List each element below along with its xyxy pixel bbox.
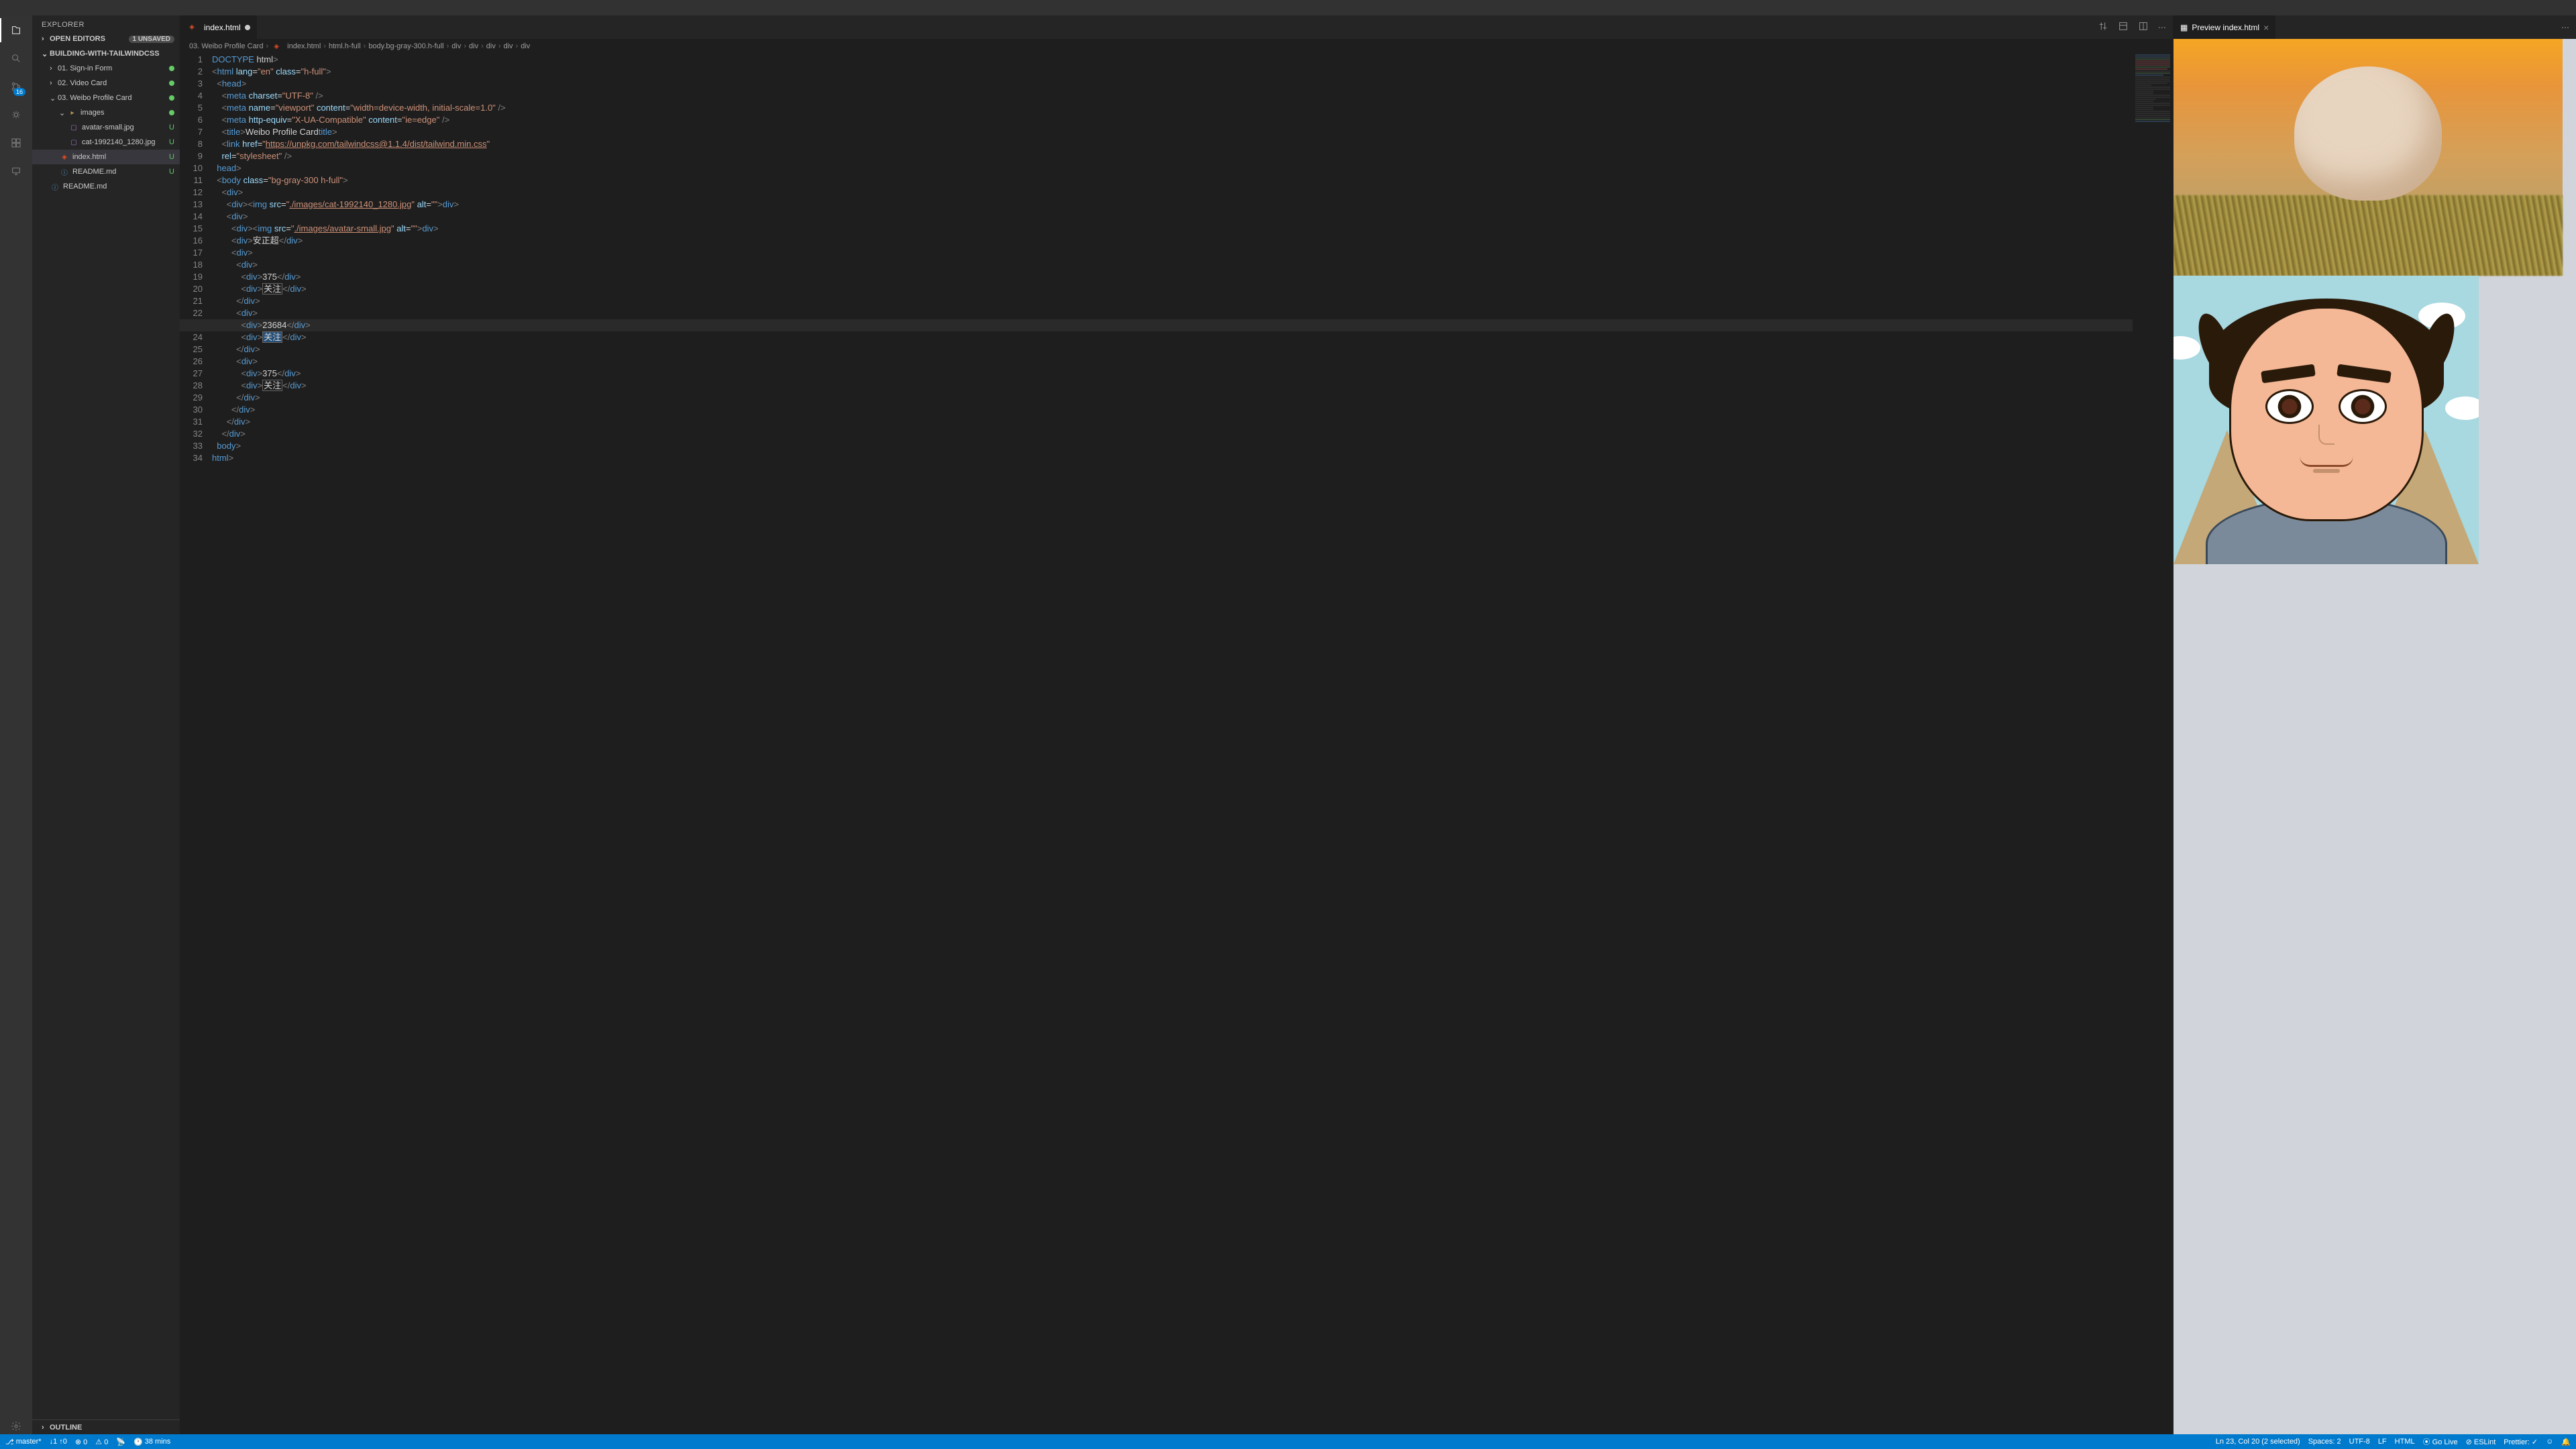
git-untracked: U (169, 153, 174, 161)
preview-icon[interactable] (2118, 21, 2129, 34)
file-cat[interactable]: ▢cat-1992140_1280.jpgU (32, 135, 180, 150)
project-section[interactable]: ⌄BUILDING-WITH-TAILWINDCSS (32, 46, 180, 61)
preview-icon: ▦ (2180, 23, 2188, 32)
debug-icon[interactable] (8, 107, 24, 123)
git-untracked: U (169, 123, 174, 131)
status-encoding[interactable]: UTF-8 (2349, 1438, 2370, 1446)
preview-tabs: ▦Preview index.html× ⋯ (2174, 15, 2576, 39)
preview-content (2174, 39, 2576, 1434)
scm-badge: 16 (13, 88, 25, 96)
compare-icon[interactable] (2098, 21, 2108, 34)
html-icon: ◈ (186, 22, 197, 33)
explorer-icon[interactable] (8, 22, 24, 38)
window-titlebar (0, 0, 2576, 15)
code-content[interactable]: DOCTYPE html><html lang="en" class="h-fu… (212, 54, 2173, 1434)
status-cursor[interactable]: Ln 23, Col 20 (2 selected) (2216, 1438, 2300, 1446)
folder-images[interactable]: ⌄▸images (32, 105, 180, 120)
html-icon: ◈ (59, 152, 70, 162)
status-sync[interactable]: ↓1 ↑0 (50, 1438, 67, 1446)
folder-video[interactable]: ›02. Video Card (32, 76, 180, 91)
status-radio[interactable]: 📡 (116, 1438, 125, 1446)
status-prettier[interactable]: Prettier: ✓ (2504, 1438, 2538, 1446)
preview-pane: ▦Preview index.html× ⋯ (2174, 15, 2576, 1434)
status-time[interactable]: 🕐 38 mins (133, 1438, 170, 1446)
status-golive[interactable]: ⦿ Go Live (2423, 1436, 2458, 1447)
status-branch[interactable]: ⎇ master* (5, 1438, 42, 1446)
breadcrumb[interactable]: 03. Weibo Profile Card› ◈index.html› htm… (180, 39, 2173, 54)
settings-icon[interactable] (8, 1418, 24, 1434)
status-bar: ⎇ master* ↓1 ↑0 ⊗ 0 ⚠ 0 📡 🕐 38 mins Ln 2… (0, 1434, 2576, 1449)
status-lang[interactable]: HTML (2395, 1438, 2415, 1446)
editor-tabs: ◈index.html ⋯ (180, 15, 2173, 39)
line-gutter: 1234567891011121314151617181920212223242… (180, 54, 212, 1434)
open-editors-section[interactable]: ›OPEN EDITORS1 UNSAVED (32, 32, 180, 46)
html-icon: ◈ (271, 41, 282, 52)
folder-signin[interactable]: ›01. Sign-in Form (32, 61, 180, 76)
markdown-icon: ⓘ (50, 181, 60, 192)
git-modified-dot (169, 80, 174, 86)
file-root-readme[interactable]: ⓘREADME.md (32, 179, 180, 194)
explorer-title: EXPLORER (32, 15, 180, 32)
extensions-icon[interactable] (8, 135, 24, 151)
image-icon: ▢ (68, 137, 79, 148)
file-readme[interactable]: ⓘREADME.mdU (32, 164, 180, 179)
activity-bar: 16 (0, 15, 32, 1434)
more-icon[interactable]: ⋯ (2561, 23, 2569, 32)
status-feedback[interactable]: ☺ (2546, 1438, 2553, 1446)
status-bell[interactable]: 🔔 (2561, 1438, 2571, 1446)
status-errors[interactable]: ⊗ 0 (75, 1438, 87, 1446)
tab-preview[interactable]: ▦Preview index.html× (2174, 15, 2276, 39)
markdown-icon: ⓘ (59, 166, 70, 177)
git-untracked: U (169, 168, 174, 176)
editor-actions: ⋯ (2091, 15, 2173, 39)
code-editor[interactable]: 1234567891011121314151617181920212223242… (180, 54, 2173, 1434)
search-icon[interactable] (8, 50, 24, 66)
git-modified-dot (169, 66, 174, 71)
file-avatar[interactable]: ▢avatar-small.jpgU (32, 120, 180, 135)
scm-icon[interactable]: 16 (8, 78, 24, 95)
explorer-sidebar: EXPLORER ›OPEN EDITORS1 UNSAVED ⌄BUILDIN… (32, 15, 180, 1434)
avatar-image (2174, 276, 2479, 564)
status-spaces[interactable]: Spaces: 2 (2308, 1438, 2341, 1446)
modified-indicator (245, 25, 250, 30)
remote-icon[interactable] (8, 163, 24, 179)
file-index[interactable]: ◈index.htmlU (32, 150, 180, 164)
outline-section[interactable]: ›OUTLINE (32, 1419, 180, 1434)
tab-index-html[interactable]: ◈index.html (180, 15, 258, 39)
status-eol[interactable]: LF (2378, 1438, 2387, 1446)
status-warnings[interactable]: ⚠ 0 (95, 1438, 108, 1446)
image-icon: ▢ (68, 122, 79, 133)
status-eslint[interactable]: ⊘ ESLint (2466, 1438, 2496, 1446)
cat-image (2174, 39, 2563, 276)
git-modified-dot (169, 95, 174, 101)
folder-icon: ▸ (67, 107, 78, 118)
code-editor-pane: ◈index.html ⋯ 03. Weibo Profile Card› ◈i… (180, 15, 2174, 1434)
git-untracked: U (169, 138, 174, 146)
git-modified-dot (169, 110, 174, 115)
more-icon[interactable]: ⋯ (2158, 23, 2166, 32)
folder-weibo[interactable]: ⌄03. Weibo Profile Card (32, 91, 180, 105)
close-icon[interactable]: × (2263, 22, 2269, 33)
split-icon[interactable] (2138, 21, 2149, 34)
